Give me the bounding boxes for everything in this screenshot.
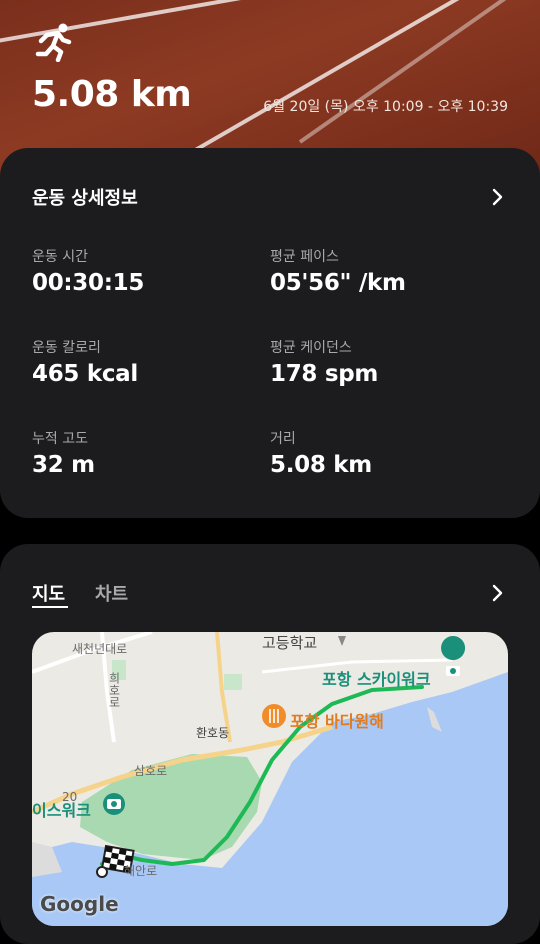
stat-distance-value: 5.08 km	[270, 452, 372, 478]
map-label-poi: 포항 스카이워크	[322, 670, 431, 689]
route-end-marker	[96, 866, 108, 878]
school-pin-icon	[338, 636, 346, 646]
green-patch	[224, 674, 242, 690]
google-logo: Google	[40, 892, 119, 916]
restaurant-icon	[262, 704, 286, 728]
map-label-road: 해안로	[124, 864, 158, 878]
tab-map[interactable]: 지도	[32, 580, 65, 606]
workout-distance: 5.08 km	[32, 74, 192, 115]
map-label-poi: 이스워크	[32, 801, 91, 820]
details-title: 운동 상세정보	[32, 188, 138, 209]
stat-calories-value: 465 kcal	[32, 361, 138, 387]
workout-datetime: 6월 20일 (목) 오후 10:09 - 오후 10:39	[263, 99, 508, 115]
stat-cadence-value: 178 spm	[270, 361, 379, 387]
map-label-road: 새천년대로	[72, 642, 128, 656]
workout-details-card[interactable]: 운동 상세정보 운동 시간 00:30:15 평균 페이스 05'56" /km…	[0, 148, 540, 518]
stat-pace-label: 평균 페이스	[270, 249, 339, 265]
map-base	[32, 632, 508, 926]
stat-pace-value: 05'56" /km	[270, 270, 406, 296]
chevron-right-icon[interactable]	[492, 584, 504, 602]
map-label-road: 희호로	[107, 672, 121, 708]
tab-chart[interactable]: 차트	[95, 580, 128, 606]
chevron-right-icon[interactable]	[492, 188, 504, 206]
map-label-school: 고등학교	[262, 634, 318, 652]
map-chart-card: 지도 차트 새천년대로 희호로 삼호로 20 환호동 고등학교 포항 스카이워크…	[0, 544, 540, 944]
route-map[interactable]: 새천년대로 희호로 삼호로 20 환호동 고등학교 포항 스카이워크 포항 바다…	[32, 632, 508, 926]
stat-cadence-label: 평균 케이던스	[270, 340, 352, 356]
stat-elevation-value: 32 m	[32, 452, 95, 478]
stat-duration-label: 운동 시간	[32, 249, 88, 265]
stat-duration-value: 00:30:15	[32, 270, 145, 296]
stat-calories-label: 운동 칼로리	[32, 340, 101, 356]
running-person-icon	[35, 23, 72, 62]
map-label-district: 환호동	[196, 726, 230, 740]
tab-map-underline	[32, 606, 68, 608]
camera-icon	[103, 793, 125, 815]
camera-icon	[441, 636, 466, 676]
stat-elevation-label: 누적 고도	[32, 431, 88, 447]
stat-distance-label: 거리	[270, 431, 296, 447]
map-label-restaurant: 포항 바다원해	[290, 712, 384, 731]
map-label-road: 삼호로	[134, 764, 168, 778]
